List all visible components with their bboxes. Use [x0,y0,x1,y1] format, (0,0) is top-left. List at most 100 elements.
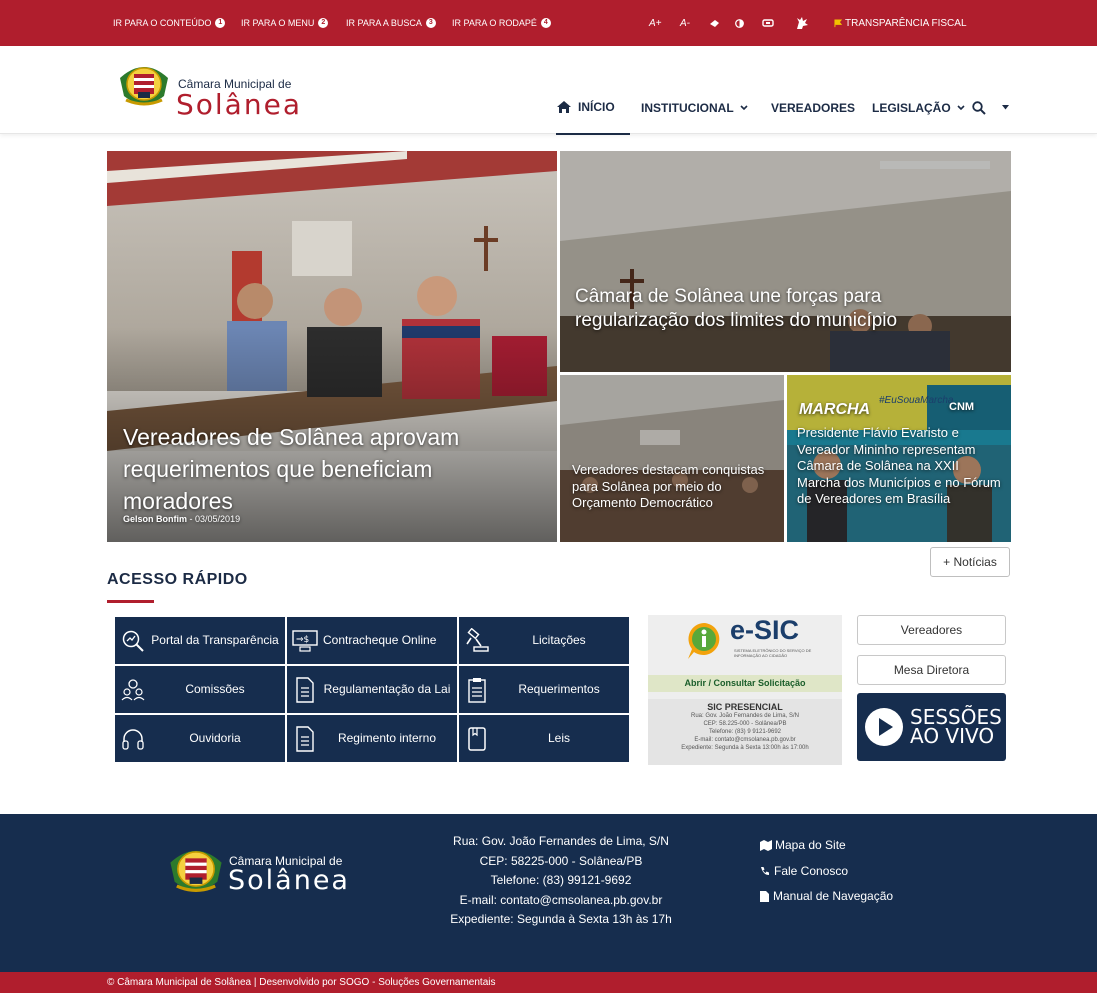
skip-link-label: IR PARA O RODAPÉ [452,18,537,28]
font-decrease-button[interactable]: A- [680,0,690,46]
skip-to-menu-link[interactable]: IR PARA O MENU 2 [241,0,329,46]
news-main-title: Vereadores de Solânea aprovam requerimen… [123,424,460,515]
sic-presencial-line: Rua: Gov. João Fernandes de Lima, S/N [691,713,799,719]
play-icon [865,708,903,746]
news-top-right-photo [560,151,1011,372]
tile-regimento-interno[interactable]: Regimento interno [287,715,457,762]
tile-leis[interactable]: Leis [459,715,629,762]
contrast-icon[interactable] [735,0,744,46]
news-bottom-right[interactable]: MARCHA #EuSouaMarcha CNM Presidente Fláv… [787,375,1011,542]
sic-presencial-line: E-mail: contato@cmsolanea.pb.gov.br [694,737,796,743]
news-bottom-right-title: Presidente Flávio Evaristo e Vereador Mi… [797,425,1001,506]
tile-licitacoes[interactable]: Licitações [459,617,629,664]
footer-address-line: Rua: Gov. João Fernandes de Lima, S/N [453,834,669,848]
news-author: Gelson Bonfim [123,514,188,524]
search-icon [972,100,986,115]
news-top-right[interactable]: Câmara de Solânea une forças para regula… [560,151,1011,372]
tile-label: Comissões [185,682,245,697]
sic-presencial-line: Expediente: Segunda à Sexta 13:00h às 17… [681,745,809,751]
footer-link-label: Fale Conosco [774,864,849,878]
tile-label: Regulamentação da Lai [323,682,451,697]
mesa-diretora-button[interactable]: Mesa Diretora [857,655,1006,685]
footer-address-line: E-mail: contato@cmsolanea.pb.gov.br [459,892,663,907]
skip-link-number: 3 [425,18,436,28]
esic-logo-text: e-SIC [730,615,800,645]
footer-address-line: Telefone: (83) 99121-9692 [490,873,632,887]
footer-address-line: CEP: 58225-000 - Solânea/PB [479,853,643,868]
more-menu-button[interactable] [1002,80,1009,135]
gavel-icon [459,627,495,654]
accessibility-bar: IR PARA O CONTEÚDO 1 IR PARA O MENU 2 IR… [0,0,1097,46]
tile-label: Portal da Transparência [151,633,279,648]
tile-label: Regimento interno [337,731,437,746]
skip-to-footer-link[interactable]: IR PARA O RODAPÉ 4 [452,0,551,46]
caret-down-icon [1002,105,1009,110]
font-increase-button[interactable]: A+ [649,0,662,46]
tile-ouvidoria[interactable]: Ouvidoria [115,715,285,762]
document-icon [287,676,323,703]
footer-contact-link[interactable]: Fale Conosco [760,864,848,878]
vereadores-button[interactable]: Vereadores [857,615,1006,645]
tile-label: Requerimentos [518,682,600,697]
tile-label: Licitações [532,633,586,648]
nav-institucional-label: INSTITUCIONAL [641,100,734,115]
nav-vereadores-label: VEREADORES [771,100,856,115]
copyright-text: © Câmara Municipal de Solânea | Desenvol… [107,977,496,988]
city-coat-of-arms-icon [120,67,168,106]
sign-language-icon[interactable] [762,0,774,46]
news-main[interactable]: Vereadores de Solânea aprovam requerimen… [107,151,557,542]
map-icon [760,839,772,851]
sessoes-line2: AO VIVO [910,724,995,748]
book-icon [459,726,495,752]
tile-requerimentos[interactable]: Requerimentos [459,666,629,713]
tile-label: Ouvidoria [189,731,241,746]
footer-logo-title: Solânea [228,865,350,896]
sic-presencial-box: SIC PRESENCIAL Rua: Gov. João Fernandes … [648,699,842,765]
footer-address-line: Expediente: Segunda à Sexta 13h às 17h [450,912,672,926]
esic-open-request-link[interactable]: Abrir / Consultar Solicitação [648,675,842,692]
svg-text:⇒$: ⇒$ [296,635,309,645]
tile-portal-transparencia[interactable]: Portal da Transparência [115,617,285,664]
file-icon [760,890,769,902]
group-icon [115,678,151,702]
chevron-down-icon [740,104,748,110]
skip-to-content-link[interactable]: IR PARA O CONTEÚDO 1 [113,0,226,46]
news-banner-text: MARCHA [799,401,871,418]
nav-home[interactable]: INÍCIO [556,80,630,135]
search-button[interactable] [972,80,986,135]
news-main-meta: Gelson Bonfim - 03/05/2019 [123,514,240,524]
skip-link-number: 4 [540,18,551,28]
news-bottom-left[interactable]: Vereadores destacam conquistas para Solâ… [560,375,784,542]
site-header: Câmara Municipal de Solânea INÍCIO INSTI… [0,46,1097,135]
transparency-fiscal-label: TRANSPARÊNCIA FISCAL [845,17,967,29]
nav-legislacao-label: LEGISLAÇÃO [872,100,951,115]
reset-font-icon[interactable] [709,0,720,46]
tile-comissoes[interactable]: Comissões [115,666,285,713]
quick-access-title: ACESSO RÁPIDO [107,571,248,588]
sessoes-ao-vivo-button[interactable]: SESSÕES AO VIVO [857,693,1006,761]
esic-logo-link[interactable]: e-SIC SISTEMA ELETRÔNICO DO SERVIÇO DE I… [648,615,842,671]
news-bottom-left-title: Vereadores destacam conquistas para Solâ… [572,462,765,510]
news-top-right-title: Câmara de Solânea une forças para regula… [575,286,898,332]
footer-manual-link[interactable]: Manual de Navegação [760,889,893,903]
tile-contracheque[interactable]: ⇒$ Contracheque Online [287,617,457,664]
more-news-button[interactable]: + Notícias [930,547,1010,577]
chevron-down-icon [957,104,965,110]
nav-vereadores[interactable]: VEREADORES [771,80,855,135]
sessoes-label: SESSÕES AO VIVO [910,707,1002,748]
transparency-fiscal-link[interactable]: TRANSPARÊNCIA FISCAL [834,0,967,46]
tile-regulamentacao-lai[interactable]: Regulamentação da Lai [287,666,457,713]
footer-sitemap-link[interactable]: Mapa do Site [760,838,846,852]
news-date: 03/05/2019 [195,514,241,524]
skip-link-number: 1 [215,18,226,28]
city-coat-of-arms-icon [170,850,222,892]
nav-legislacao[interactable]: LEGISLAÇÃO [872,80,965,135]
sic-presencial-line: CEP: 58.225-000 - Solânea/PB [703,721,787,727]
vlibras-hand-icon[interactable] [794,0,810,46]
headset-icon [115,727,151,751]
esic-panel: e-SIC SISTEMA ELETRÔNICO DO SERVIÇO DE I… [648,615,842,765]
skip-to-search-link[interactable]: IR PARA A BUSCA 3 [346,0,436,46]
quick-access-underline [107,600,154,603]
nav-institucional[interactable]: INSTITUCIONAL [641,80,748,135]
flag-icon [834,18,843,27]
